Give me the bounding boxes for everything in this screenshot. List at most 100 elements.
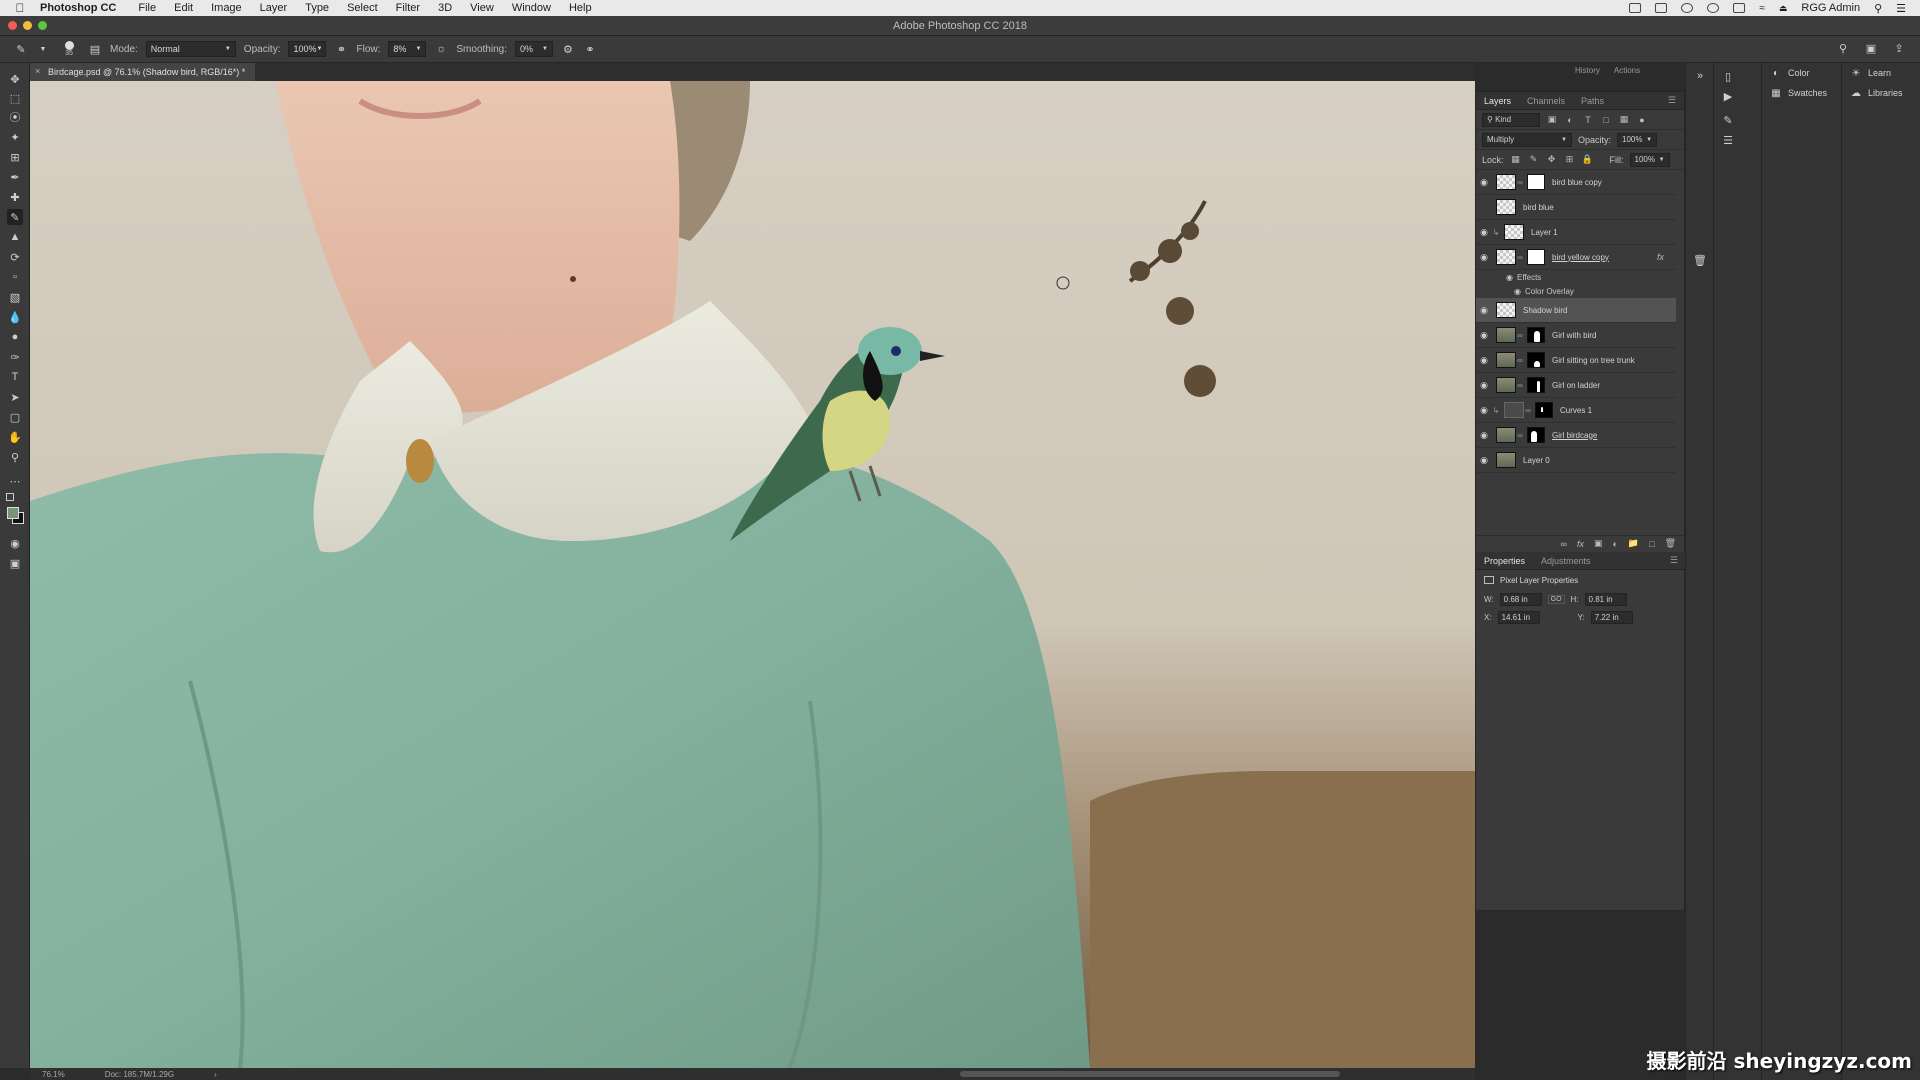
lock-transparent-icon[interactable]: ▦ bbox=[1510, 154, 1522, 166]
eye-icon[interactable]: ◉ bbox=[1506, 273, 1513, 282]
brush-tool-preset-icon[interactable]: ✎ bbox=[14, 42, 28, 56]
link-icon[interactable]: ∞ bbox=[1516, 178, 1524, 187]
apple-icon[interactable]:  bbox=[0, 1, 40, 15]
swatches-panel-button[interactable]: ▦ Swatches bbox=[1762, 83, 1841, 103]
wifi-icon[interactable]: ≈ bbox=[1759, 3, 1765, 14]
width-field[interactable]: 0.68 in bbox=[1499, 592, 1542, 606]
menu-image[interactable]: Image bbox=[211, 2, 242, 14]
tab-channels[interactable]: Channels bbox=[1527, 96, 1565, 106]
eye-icon[interactable]: ◉ bbox=[1476, 202, 1492, 213]
chevron-down-icon[interactable]: ▼ bbox=[36, 42, 50, 56]
menu-window[interactable]: Window bbox=[512, 2, 551, 14]
history-panel-icon[interactable]: ▯ bbox=[1721, 69, 1735, 83]
y-field[interactable]: 7.22 in bbox=[1590, 610, 1633, 624]
filter-pixel-icon[interactable]: ▣ bbox=[1546, 114, 1558, 126]
eye-icon[interactable]: ◉ bbox=[1476, 227, 1492, 238]
path-select-tool-icon[interactable]: ➤ bbox=[7, 389, 23, 405]
menu-file[interactable]: File bbox=[138, 2, 156, 14]
layer-row[interactable]: ◉ bird blue bbox=[1476, 195, 1676, 220]
menu-view[interactable]: View bbox=[470, 2, 494, 14]
adjustments-sliders-icon[interactable]: ☰ bbox=[1721, 133, 1735, 147]
airbrush-icon[interactable]: ☼ bbox=[434, 42, 448, 56]
link-icon[interactable]: ∞ bbox=[1524, 406, 1532, 415]
layer-mask-thumbnail[interactable] bbox=[1535, 402, 1553, 418]
menu-filter[interactable]: Filter bbox=[396, 2, 420, 14]
lock-image-icon[interactable]: ✎ bbox=[1528, 154, 1540, 166]
notification-center-icon[interactable]: ☰ bbox=[1896, 2, 1906, 15]
menu-3d[interactable]: 3D bbox=[438, 2, 452, 14]
filter-kind-select[interactable]: ⚲ Kind bbox=[1482, 112, 1540, 127]
filter-smart-object-icon[interactable]: ▦ bbox=[1618, 114, 1630, 126]
layer-effects-badge[interactable]: fx bbox=[1657, 252, 1664, 262]
smoothing-field[interactable]: 0% ▼ bbox=[514, 41, 553, 57]
eye-icon[interactable]: ◉ bbox=[1476, 455, 1492, 466]
dodge-tool-icon[interactable]: ● bbox=[7, 329, 23, 345]
user-name[interactable]: RGG Admin bbox=[1801, 2, 1860, 14]
eye-icon[interactable]: ◉ bbox=[1476, 252, 1492, 263]
layer-row[interactable]: ◉ Shadow bird bbox=[1476, 298, 1676, 323]
eye-icon[interactable]: ◉ bbox=[1476, 380, 1492, 391]
eye-icon[interactable]: ◉ bbox=[1476, 177, 1492, 188]
status-chevron-icon[interactable]: › bbox=[214, 1070, 217, 1079]
add-layer-style-icon[interactable]: fx bbox=[1577, 539, 1584, 549]
layer-mask-thumbnail[interactable] bbox=[1527, 327, 1545, 343]
link-icon[interactable]: ∞ bbox=[1516, 253, 1524, 262]
filter-adjustment-icon[interactable]: ◐ bbox=[1564, 114, 1576, 126]
foreground-color-swatch[interactable] bbox=[7, 507, 19, 519]
healing-brush-tool-icon[interactable]: ✚ bbox=[7, 189, 23, 205]
rectangle-tool-icon[interactable]: ▢ bbox=[7, 409, 23, 425]
eye-icon[interactable]: ◉ bbox=[1514, 287, 1521, 296]
lasso-tool-icon[interactable]: ⦿ bbox=[7, 109, 23, 125]
workspace-icon[interactable]: ▣ bbox=[1864, 41, 1878, 55]
color-overlay-row[interactable]: ◉ Color Overlay bbox=[1476, 284, 1676, 298]
blend-mode-select[interactable]: Multiply ▼ bbox=[1482, 132, 1572, 147]
move-tool-icon[interactable]: ✥ bbox=[7, 71, 23, 87]
layer-row[interactable]: ◉ ∞ bird blue copy bbox=[1476, 170, 1676, 195]
search-icon[interactable]: ⚲ bbox=[1836, 41, 1850, 55]
layer-mask-thumbnail[interactable] bbox=[1527, 377, 1545, 393]
collapse-panels-icon[interactable]: » bbox=[1693, 69, 1707, 83]
flow-field[interactable]: 8% ▼ bbox=[388, 41, 427, 57]
zoom-window-button[interactable] bbox=[38, 21, 47, 30]
layer-mask-thumbnail[interactable] bbox=[1527, 249, 1545, 265]
layer-row[interactable]: ◉ Layer 0 bbox=[1476, 448, 1676, 473]
eraser-tool-icon[interactable]: ▫ bbox=[7, 269, 23, 285]
eye-icon[interactable]: ◉ bbox=[1476, 405, 1492, 416]
opacity-field[interactable]: 100% ▼ bbox=[288, 41, 327, 57]
link-icon[interactable]: ∞ bbox=[1516, 331, 1524, 340]
libraries-panel-button[interactable]: ☁ Libraries bbox=[1842, 83, 1920, 103]
mode-select[interactable]: Normal ▼ bbox=[145, 41, 236, 57]
layer-row[interactable]: ◉ ↳ ∞ Curves 1 bbox=[1476, 398, 1676, 423]
screen-mode-icon[interactable]: ▣ bbox=[7, 555, 23, 571]
document-size-info[interactable]: Doc: 185.7M/1.29G bbox=[105, 1070, 174, 1079]
smoothing-options-gear-icon[interactable]: ⚙ bbox=[561, 42, 575, 56]
type-tool-icon[interactable]: T bbox=[7, 369, 23, 385]
filter-shape-icon[interactable]: □ bbox=[1600, 114, 1612, 126]
eject-icon[interactable]: ⏏ bbox=[1779, 3, 1788, 14]
eye-icon[interactable]: ◉ bbox=[1476, 305, 1492, 316]
eye-icon[interactable]: ◉ bbox=[1476, 430, 1492, 441]
bluetooth-icon[interactable] bbox=[1707, 3, 1720, 13]
panel-menu-icon[interactable]: ☰ bbox=[1668, 95, 1684, 106]
layer-mask-thumbnail[interactable] bbox=[1527, 352, 1545, 368]
link-dimensions-button[interactable]: GO bbox=[1547, 594, 1565, 604]
lock-artboard-icon[interactable]: ⊞ bbox=[1564, 154, 1576, 166]
document-tab[interactable]: × Birdcage.psd @ 76.1% (Shadow bird, RGB… bbox=[30, 63, 256, 81]
quick-select-tool-icon[interactable]: ✦ bbox=[7, 129, 23, 145]
layer-row[interactable]: ◉ ↳ Layer 1 bbox=[1476, 220, 1676, 245]
menu-select[interactable]: Select bbox=[347, 2, 378, 14]
tab-actions[interactable]: Actions bbox=[1614, 66, 1640, 75]
effects-row[interactable]: ◉ Effects bbox=[1476, 270, 1676, 284]
link-icon[interactable]: ∞ bbox=[1516, 431, 1524, 440]
close-tab-icon[interactable]: × bbox=[35, 66, 40, 76]
eyedropper-tool-icon[interactable]: ✒ bbox=[7, 169, 23, 185]
brush-size-picker[interactable]: 35 bbox=[58, 38, 80, 60]
lock-position-icon[interactable]: ✥ bbox=[1546, 154, 1558, 166]
add-mask-icon[interactable]: ▣ bbox=[1594, 538, 1603, 549]
display-icon[interactable] bbox=[1629, 3, 1642, 13]
link-layers-icon[interactable]: ∞ bbox=[1561, 539, 1567, 549]
tab-paths[interactable]: Paths bbox=[1581, 96, 1604, 106]
clone-stamp-tool-icon[interactable]: ▲ bbox=[7, 229, 23, 245]
pen-tool-icon[interactable]: ✑ bbox=[7, 349, 23, 365]
horizontal-scrollbar[interactable] bbox=[960, 1071, 1340, 1077]
